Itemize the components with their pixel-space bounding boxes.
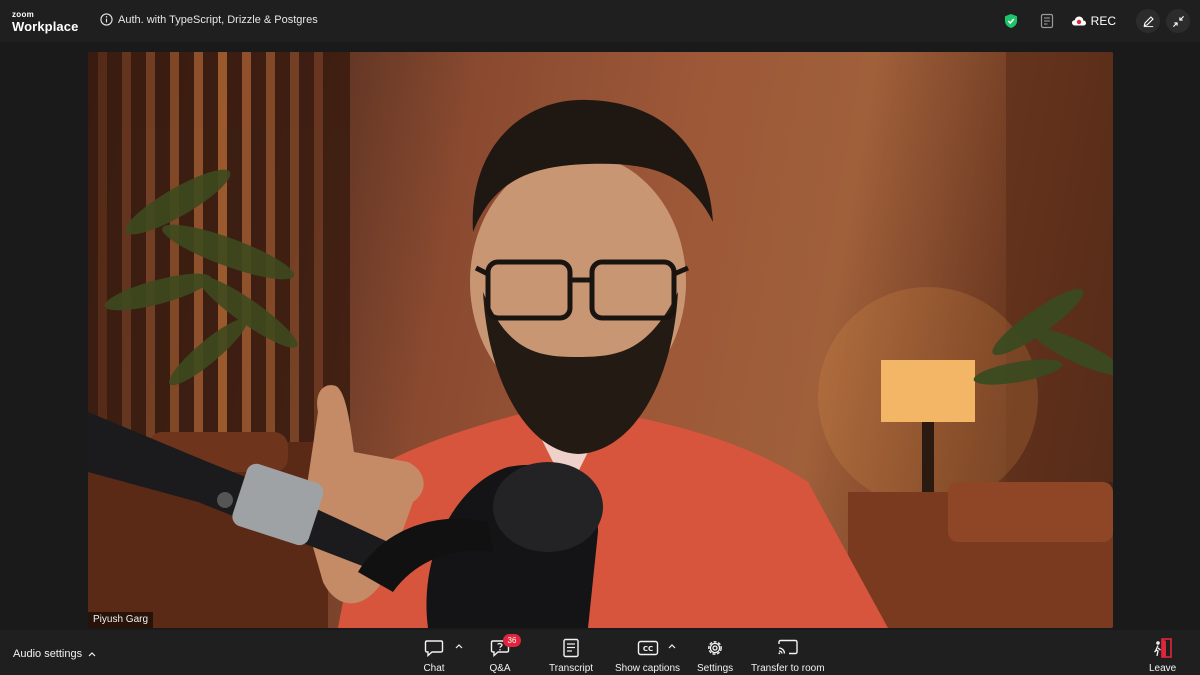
lamp-shade — [881, 360, 975, 422]
top-right-controls: REC — [999, 9, 1190, 33]
top-bar: zoom Workplace Auth. with TypeScript, Dr… — [0, 0, 1200, 42]
transfer-to-room-button[interactable]: Transfer to room — [751, 637, 825, 674]
chat-bubble-icon — [424, 640, 444, 657]
zoom-workplace-window: zoom Workplace Auth. with TypeScript, Dr… — [0, 0, 1200, 675]
shield-check-icon[interactable] — [999, 9, 1023, 33]
cloud-record-indicator[interactable]: REC — [1071, 14, 1116, 28]
audio-settings-button[interactable]: Audio settings — [13, 648, 96, 660]
logo-small-text: zoom — [12, 10, 35, 19]
leave-door-icon — [1153, 638, 1172, 658]
chevron-up-icon — [88, 652, 96, 657]
chat-button[interactable]: Chat — [423, 637, 445, 674]
meeting-info[interactable]: Auth. with TypeScript, Drizzle & Postgre… — [100, 13, 318, 26]
rec-label: REC — [1090, 14, 1116, 28]
qa-button[interactable]: 36 Q&A — [489, 634, 521, 674]
svg-text:CC: CC — [642, 645, 652, 653]
captions-label: Show captions — [615, 663, 681, 674]
app-logo: zoom Workplace — [12, 10, 79, 34]
chat-label: Chat — [423, 663, 445, 674]
transcript-label: Transcript — [549, 663, 594, 674]
participant-name-label: Piyush Garg — [88, 612, 154, 628]
closed-captions-icon: CC — [637, 640, 658, 656]
settings-label: Settings — [697, 663, 734, 674]
video-scene — [88, 52, 1113, 628]
qa-count-badge: 36 — [503, 634, 521, 647]
minimize-icon — [1172, 15, 1184, 27]
transcript-button[interactable]: Transcript — [549, 637, 593, 674]
gear-icon — [708, 641, 722, 655]
meeting-toolbar: Audio settings Chat 36 Q&A Transcript CC… — [0, 630, 1200, 675]
shirt — [338, 412, 888, 628]
leave-label: Leave — [1149, 663, 1177, 674]
participant-video[interactable] — [88, 52, 1113, 628]
minimize-button[interactable] — [1166, 9, 1190, 33]
notes-icon[interactable] — [1035, 9, 1059, 33]
leave-button[interactable]: Leave — [1149, 637, 1176, 674]
meeting-title: Auth. with TypeScript, Drizzle & Postgre… — [118, 13, 318, 26]
annotate-button[interactable] — [1136, 9, 1160, 33]
cloud-record-icon — [1071, 16, 1086, 26]
settings-button[interactable]: Settings — [697, 637, 733, 674]
chat-options-chevron-icon[interactable] — [455, 643, 463, 649]
qa-label: Q&A — [489, 663, 511, 674]
captions-options-chevron-icon[interactable] — [668, 643, 676, 649]
cast-icon — [778, 639, 798, 655]
transcript-icon — [563, 638, 579, 658]
audio-settings-label: Audio settings — [13, 648, 83, 660]
pen-icon — [1143, 15, 1154, 27]
info-icon[interactable] — [100, 13, 113, 26]
logo-big-text: Workplace — [12, 19, 79, 34]
transfer-label: Transfer to room — [751, 663, 825, 674]
